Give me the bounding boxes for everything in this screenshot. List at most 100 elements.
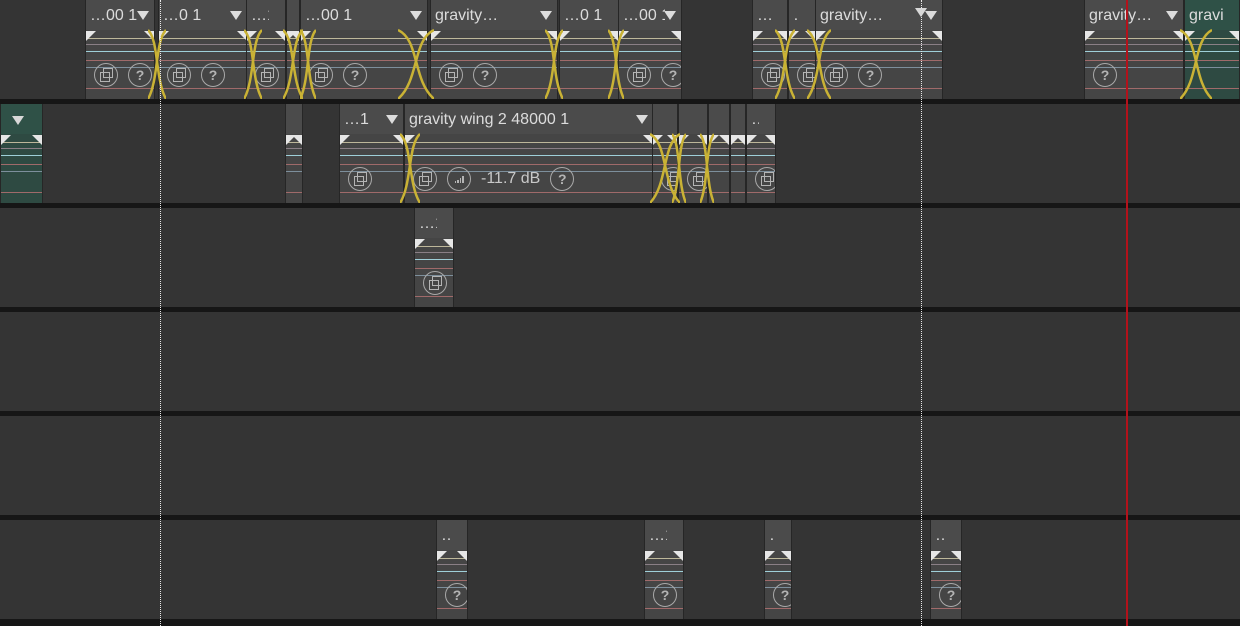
audio-clip[interactable]: …00 1? (300, 0, 428, 99)
group-icon[interactable] (661, 167, 677, 191)
group-icon[interactable] (413, 167, 437, 191)
audio-clip[interactable] (730, 104, 746, 203)
help-icon[interactable]: ? (653, 583, 677, 607)
audio-clip[interactable]: … (788, 0, 816, 99)
audio-clip[interactable]: …1 (752, 0, 788, 99)
fade-out-handle[interactable] (673, 551, 683, 561)
timeline-view[interactable]: …00 1?…0 1?…1…00 1?gravity…?…0 1…00 1?…1… (0, 0, 1240, 626)
clip-header[interactable]: … (747, 104, 775, 134)
clip-header[interactable]: …1 (340, 104, 403, 134)
group-icon[interactable] (755, 167, 775, 191)
audio-clip[interactable]: …0 1 (559, 0, 619, 99)
help-icon[interactable]: ? (773, 583, 791, 607)
help-icon[interactable]: ? (550, 167, 575, 191)
audio-clip[interactable]: …? (436, 520, 468, 619)
help-icon[interactable]: ? (201, 63, 225, 87)
track-lane[interactable]: …?…1?…?…? (0, 520, 1240, 619)
audio-clip[interactable] (678, 104, 708, 203)
fade-in-handle[interactable] (653, 135, 663, 145)
fade-out-handle[interactable] (144, 31, 154, 41)
fade-in-handle[interactable] (1185, 31, 1195, 41)
help-icon[interactable]: ? (858, 63, 882, 87)
gain-icon[interactable] (447, 167, 471, 191)
clip-header[interactable]: gravity… (431, 0, 557, 30)
fade-in-handle[interactable] (816, 31, 826, 41)
help-icon[interactable]: ? (473, 63, 497, 87)
fade-out-handle[interactable] (275, 31, 285, 41)
clip-header[interactable]: …00 1 (86, 0, 154, 30)
fade-out-handle[interactable] (697, 135, 707, 145)
fade-out-handle[interactable] (671, 31, 681, 41)
fade-in-handle[interactable] (765, 551, 775, 561)
marker-head-icon[interactable] (915, 8, 927, 17)
fade-out-handle[interactable] (547, 31, 557, 41)
group-icon[interactable] (761, 63, 785, 87)
audio-clip[interactable]: …00 1? (85, 0, 155, 99)
audio-clip[interactable]: …1? (644, 520, 684, 619)
clip-header[interactable]: …0 1 (560, 0, 618, 30)
clip-header[interactable]: …0 1 (159, 0, 247, 30)
fade-in-handle[interactable] (86, 31, 96, 41)
clip-header[interactable] (653, 104, 677, 134)
track-lane[interactable]: …1 (0, 208, 1240, 307)
clip-header[interactable]: … (789, 0, 815, 30)
help-icon[interactable]: ? (661, 63, 681, 87)
group-icon[interactable] (94, 63, 118, 87)
fade-out-handle[interactable] (777, 31, 787, 41)
fade-out-handle[interactable] (805, 31, 815, 41)
clip-header[interactable]: …1 (645, 520, 683, 550)
clip-menu-icon[interactable] (386, 115, 398, 124)
clip-menu-icon[interactable] (540, 11, 552, 20)
clip-header[interactable]: … (931, 520, 961, 550)
fade-out-handle[interactable] (457, 551, 467, 561)
track-lane[interactable] (0, 416, 1240, 515)
clip-header[interactable]: …00 1 (619, 0, 681, 30)
audio-clip[interactable] (652, 104, 678, 203)
group-icon[interactable] (348, 167, 372, 191)
fade-out-handle[interactable] (32, 135, 42, 145)
group-icon[interactable] (439, 63, 463, 87)
marker-line[interactable] (160, 0, 161, 626)
group-icon[interactable] (167, 63, 191, 87)
clip-menu-icon[interactable] (410, 11, 422, 20)
marker-line[interactable] (921, 0, 922, 626)
audio-clip[interactable]: gravity wing 2 48000 1 -11.7 dB? (404, 104, 654, 203)
fade-in-handle[interactable] (747, 135, 757, 145)
audio-clip[interactable]: …0 1? (158, 0, 248, 99)
audio-clip[interactable]: … (746, 104, 776, 203)
group-icon[interactable] (687, 167, 707, 191)
playhead[interactable] (1126, 0, 1128, 626)
clip-menu-icon[interactable] (230, 11, 242, 20)
fade-in-handle[interactable] (679, 135, 689, 145)
audio-clip[interactable]: …? (764, 520, 792, 619)
audio-clip[interactable]: …? (930, 520, 962, 619)
fade-out-handle[interactable] (443, 239, 453, 249)
help-icon[interactable]: ? (1093, 63, 1117, 87)
fade-out-handle[interactable] (765, 135, 775, 145)
fade-in-handle[interactable] (415, 239, 425, 249)
fade-in-handle[interactable] (405, 135, 415, 145)
track-lane[interactable]: …1gravity wing 2 48000 1-11.7 dB? … (0, 104, 1240, 203)
audio-clip[interactable]: …1 (246, 0, 286, 99)
fade-in-handle[interactable] (789, 31, 799, 41)
fade-out-handle[interactable] (932, 31, 942, 41)
clip-header[interactable]: … (437, 520, 467, 550)
help-icon[interactable]: ? (343, 63, 367, 87)
clip-header[interactable] (709, 104, 729, 134)
group-icon[interactable] (824, 63, 848, 87)
clip-header[interactable]: …1 (753, 0, 787, 30)
group-icon[interactable] (309, 63, 333, 87)
fade-in-handle[interactable] (431, 31, 441, 41)
fade-out-handle[interactable] (667, 135, 677, 145)
audio-clip[interactable] (286, 0, 300, 99)
fade-out-handle[interactable] (781, 551, 791, 561)
audio-clip[interactable]: …00 1? (618, 0, 682, 99)
track-lane[interactable]: …00 1?…0 1?…1…00 1?gravity…?…0 1…00 1?…1… (0, 0, 1240, 99)
fade-in-handle[interactable] (645, 551, 655, 561)
clip-header[interactable]: …1 (415, 208, 453, 238)
fade-out-handle[interactable] (1173, 31, 1183, 41)
clip-header[interactable]: …00 1 (301, 0, 427, 30)
clip-header[interactable] (287, 0, 299, 30)
audio-clip[interactable]: gravit (1184, 0, 1240, 99)
clip-menu-icon[interactable] (636, 115, 648, 124)
